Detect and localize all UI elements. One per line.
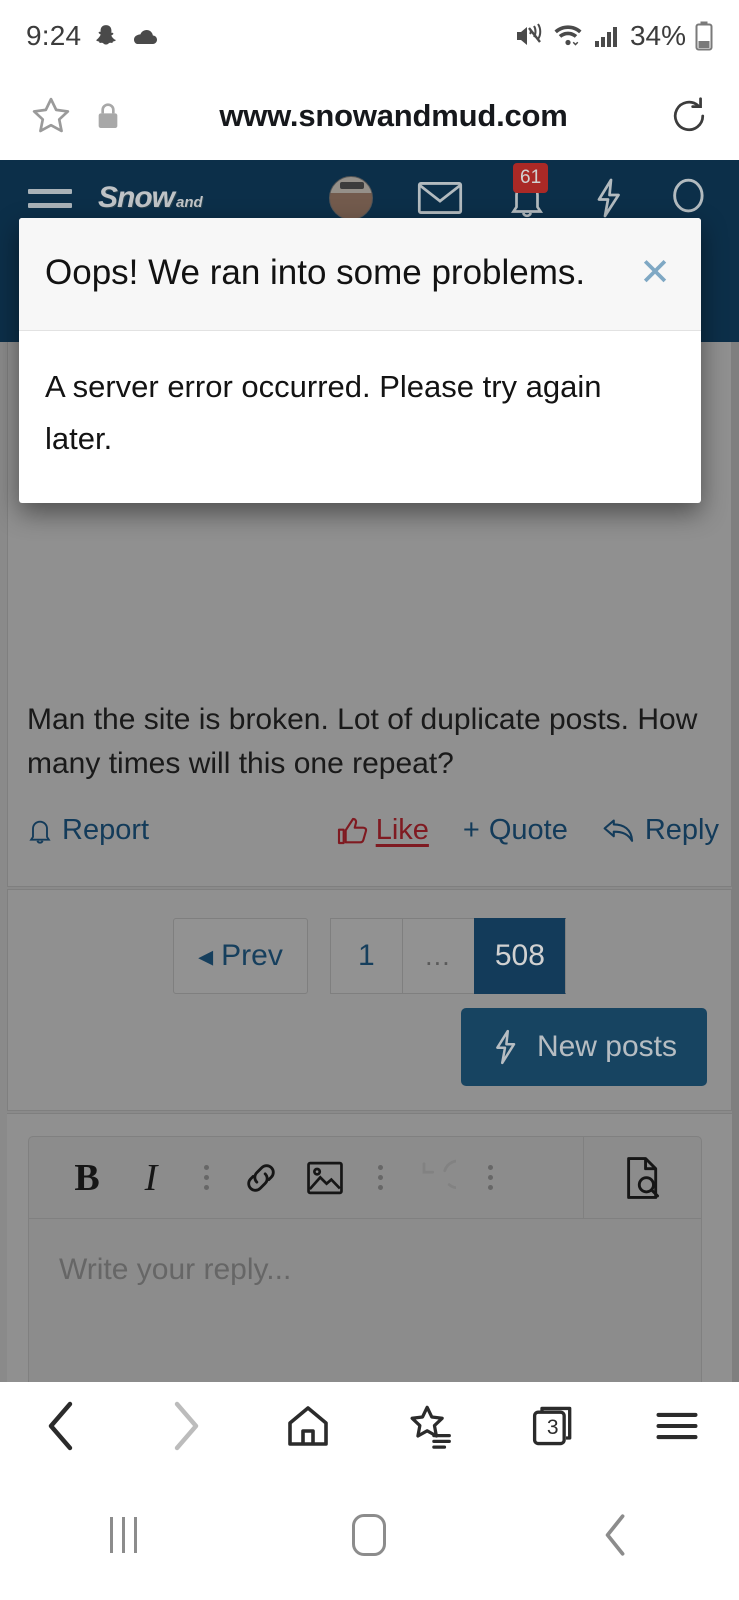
- reply-editor-wrap: B I Write your reply...: [7, 1113, 732, 1382]
- url-text[interactable]: www.snowandmud.com: [124, 98, 663, 134]
- pagination-block: ◂ Prev 1 … 508 New posts: [7, 889, 732, 1111]
- link-icon[interactable]: [229, 1158, 293, 1198]
- pagination: ◂ Prev 1 … 508: [8, 890, 731, 994]
- post-body-text: Man the site is broken. Lot of duplicate…: [27, 703, 698, 780]
- mute-icon: [513, 22, 543, 50]
- pagination-page-current[interactable]: 508: [473, 918, 566, 994]
- bookmarks-icon[interactable]: [370, 1402, 493, 1450]
- editor-toolbar-left: B I: [29, 1156, 583, 1200]
- home-icon[interactable]: [246, 1402, 369, 1450]
- more-options-icon[interactable]: [357, 1165, 403, 1190]
- site-logo-text: Snow: [98, 181, 175, 214]
- reply-label: Reply: [644, 814, 719, 846]
- thumbs-up-icon: [337, 816, 369, 846]
- browser-menu-icon[interactable]: [616, 1406, 739, 1446]
- reply-textarea-placeholder[interactable]: Write your reply...: [29, 1219, 701, 1321]
- pagination-prev[interactable]: ◂ Prev: [173, 918, 308, 994]
- bell-icon[interactable]: 61: [507, 163, 549, 219]
- report-button[interactable]: Report: [27, 814, 149, 847]
- pagination-page-1[interactable]: 1: [329, 918, 402, 994]
- browser-bottom-nav: 3: [0, 1382, 739, 1470]
- header-icon-group: 61: [329, 163, 711, 220]
- site-logo-suffix: and: [176, 194, 203, 211]
- plus-icon: +: [462, 814, 480, 846]
- site-logo[interactable]: Snow and: [98, 181, 203, 215]
- snapchat-icon: [93, 23, 119, 49]
- more-options-icon[interactable]: [183, 1165, 229, 1190]
- pagination-ellipsis[interactable]: …: [401, 918, 474, 994]
- reply-button[interactable]: Reply: [602, 814, 719, 847]
- pagination-pages: 1 … 508: [329, 918, 566, 994]
- undo-icon: [403, 1158, 467, 1198]
- tab-count-label: 3: [546, 1415, 559, 1439]
- signal-icon: [593, 23, 621, 49]
- battery-percent-label: 34%: [629, 20, 686, 51]
- more-options-icon[interactable]: [467, 1165, 513, 1190]
- browser-url-bar[interactable]: www.snowandmud.com: [0, 72, 739, 160]
- bell-icon: [27, 817, 53, 845]
- report-label: Report: [62, 814, 150, 846]
- modal-title: Oops! We ran into some problems.: [45, 253, 586, 292]
- envelope-icon[interactable]: [417, 178, 463, 218]
- alerts-badge: 61: [513, 163, 549, 193]
- modal-header: Oops! We ran into some problems. ✕: [19, 218, 701, 331]
- image-icon[interactable]: [293, 1160, 357, 1196]
- new-posts-button[interactable]: New posts: [460, 1008, 707, 1086]
- screen: 9:24 34% www.snowandmud.com Snow and 61 …: [0, 0, 739, 1600]
- modal-message: A server error occurred. Please try agai…: [45, 369, 602, 456]
- user-avatar[interactable]: [329, 176, 373, 220]
- search-icon[interactable]: [669, 177, 711, 219]
- lock-icon: [96, 101, 120, 131]
- status-bar-right: 34%: [513, 20, 713, 52]
- android-nav-bar: [0, 1470, 739, 1600]
- pagination-prev-label: Prev: [221, 939, 283, 972]
- back-button-icon[interactable]: [493, 1512, 739, 1558]
- wifi-icon: [552, 22, 584, 50]
- browser-back-button[interactable]: [0, 1400, 123, 1452]
- prev-arrow-icon: ◂: [198, 939, 214, 973]
- reply-arrow-icon: [602, 817, 636, 845]
- site-menu-icon[interactable]: [28, 188, 72, 208]
- preview-document-icon[interactable]: [583, 1136, 701, 1219]
- like-button[interactable]: Like: [337, 814, 429, 847]
- battery-icon: [695, 21, 713, 51]
- error-modal: Oops! We ran into some problems. ✕ A ser…: [19, 218, 701, 503]
- like-label: Like: [375, 814, 429, 846]
- cloud-icon: [131, 26, 159, 46]
- reply-editor: B I Write your reply...: [28, 1136, 702, 1382]
- recents-icon[interactable]: [0, 1517, 246, 1553]
- browser-forward-button: [123, 1400, 246, 1452]
- quote-button[interactable]: + Quote: [463, 814, 568, 847]
- post-action-row: Report Like + Quote Reply: [27, 814, 719, 847]
- status-bar-clock: 9:24: [26, 20, 82, 51]
- page-scrollbar[interactable]: [732, 342, 739, 1382]
- home-button-icon[interactable]: [246, 1514, 492, 1556]
- status-bar-left: 9:24: [26, 20, 159, 52]
- reload-icon[interactable]: [667, 94, 711, 138]
- editor-toolbar: B I: [29, 1136, 701, 1219]
- android-status-bar: 9:24 34%: [0, 0, 739, 72]
- quote-label: Quote: [488, 814, 568, 846]
- tabs-button[interactable]: 3: [493, 1402, 616, 1450]
- italic-icon[interactable]: I: [119, 1156, 183, 1200]
- lightning-bolt-icon[interactable]: [591, 177, 625, 219]
- close-icon[interactable]: ✕: [639, 246, 675, 292]
- new-posts-label: New posts: [536, 1030, 677, 1063]
- lightning-bolt-icon: [491, 1029, 519, 1065]
- star-outline-icon[interactable]: [28, 93, 74, 139]
- bold-icon[interactable]: B: [55, 1156, 119, 1200]
